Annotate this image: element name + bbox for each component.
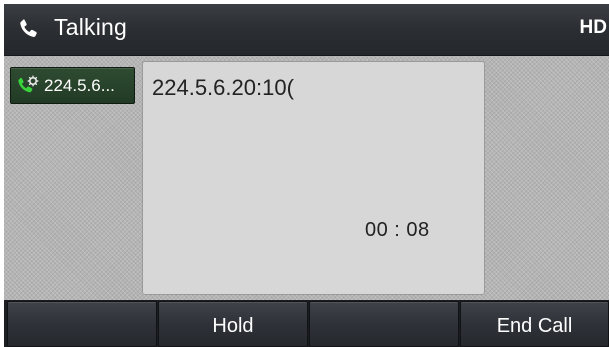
softkey-3[interactable] xyxy=(309,301,459,347)
call-duration: 00 : 08 xyxy=(365,219,430,241)
softkey-1[interactable] xyxy=(7,301,157,347)
line-key-label: 224.5.6... xyxy=(44,76,115,95)
remote-number: 224.5.6.20:10( xyxy=(152,75,294,100)
call-info-card: 224.5.6.20:10( 00 : 08 xyxy=(142,61,485,295)
call-state-title: Talking xyxy=(54,14,127,40)
status-bar: Talking HD xyxy=(4,4,609,56)
end-call-button-label: End Call xyxy=(496,314,573,337)
phone-screen: Talking HD 224.5.6... 224.5.6.20:10( 00 … xyxy=(4,4,609,347)
hold-button-label: Hold xyxy=(212,314,254,337)
hold-button[interactable]: Hold xyxy=(158,301,308,347)
end-call-button[interactable]: End Call xyxy=(460,301,609,347)
active-call-icon xyxy=(18,75,39,93)
phone-handset-icon xyxy=(20,19,37,37)
call-content-area: 224.5.6... 224.5.6.20:10( 00 : 08 xyxy=(4,56,609,300)
hd-indicator: HD xyxy=(579,17,607,38)
softkey-bar: Hold End Call xyxy=(4,300,609,347)
line-key-active-call[interactable]: 224.5.6... xyxy=(10,67,135,104)
